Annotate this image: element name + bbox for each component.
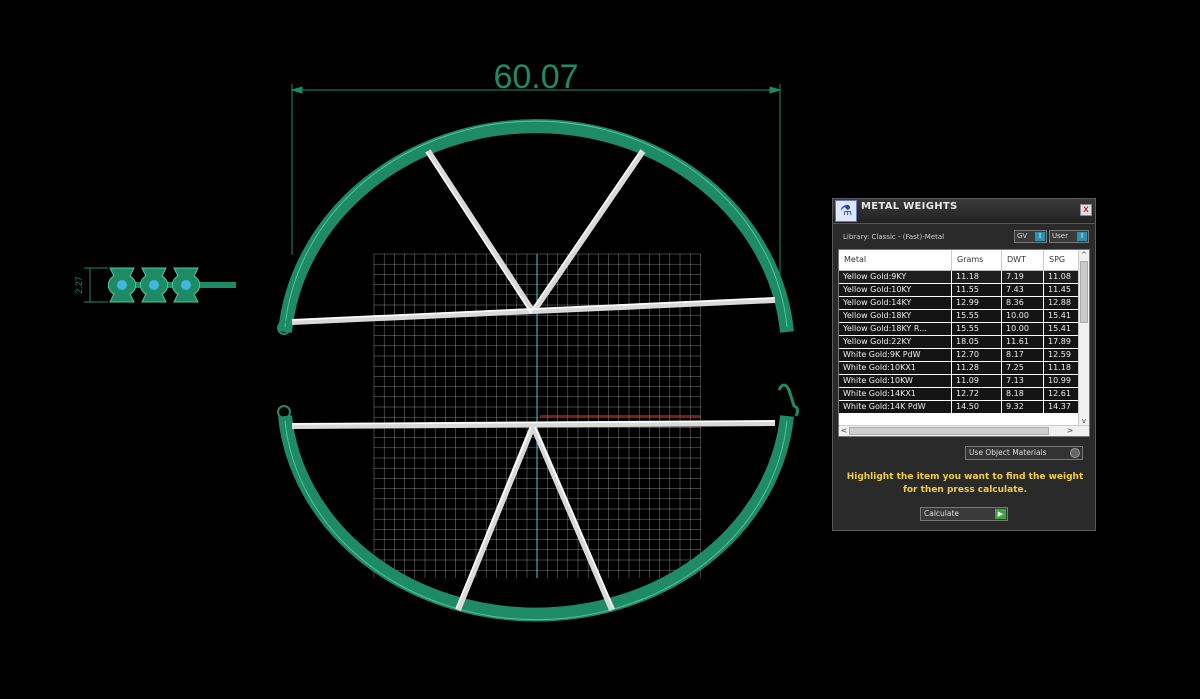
- table-row[interactable]: White Gold:10KX1 11.28 7.25 11.18: [839, 362, 1079, 375]
- cell-metal: Yellow Gold:14KY: [839, 297, 952, 309]
- table-row[interactable]: White Gold:10KW 11.09 7.13 10.99: [839, 375, 1079, 388]
- flask-icon: ⚗: [835, 200, 857, 222]
- cell-dwt: 8.17: [1002, 349, 1044, 361]
- cell-dwt: 7.25: [1002, 362, 1044, 374]
- table-row[interactable]: Yellow Gold:18KY 15.55 10.00 15.41: [839, 310, 1079, 323]
- side-profile: [84, 267, 236, 303]
- table-row[interactable]: White Gold:9K PdW 12.70 8.17 12.59: [839, 349, 1079, 362]
- cell-dwt: 8.18: [1002, 388, 1044, 400]
- cell-grams: 15.55: [952, 310, 1002, 322]
- cell-spg: 10.99: [1044, 375, 1079, 387]
- column-header-metal[interactable]: Metal: [839, 250, 952, 270]
- user-label: User: [1052, 232, 1068, 240]
- vertical-scrollbar[interactable]: ^ v: [1078, 250, 1089, 426]
- cell-spg: 12.88: [1044, 297, 1079, 309]
- clasp-hook: [777, 383, 800, 417]
- calculate-label: Calculate: [924, 509, 960, 518]
- cell-dwt: 11.61: [1002, 336, 1044, 348]
- scroll-up-icon[interactable]: ^: [1079, 250, 1089, 260]
- column-header-spg[interactable]: SPG: [1044, 250, 1079, 270]
- cell-spg: 15.41: [1044, 310, 1079, 322]
- cell-grams: 14.50: [952, 401, 1002, 413]
- vertical-scroll-thumb[interactable]: [1080, 261, 1088, 323]
- cell-dwt: 7.13: [1002, 375, 1044, 387]
- horizontal-scroll-thumb[interactable]: [849, 427, 1049, 435]
- cell-grams: 15.55: [952, 323, 1002, 335]
- cell-dwt: 10.00: [1002, 323, 1044, 335]
- cell-dwt: 7.43: [1002, 284, 1044, 296]
- table-header: Metal Grams DWT SPG: [839, 250, 1079, 271]
- use-object-materials-toggle[interactable]: Use Object Materials: [965, 446, 1083, 460]
- cell-spg: 11.18: [1044, 362, 1079, 374]
- cell-spg: 12.59: [1044, 349, 1079, 361]
- gv-toggle-knob: I: [1035, 232, 1045, 241]
- scroll-right-icon[interactable]: >: [1065, 426, 1075, 436]
- calculate-button[interactable]: Calculate ▶: [920, 507, 1008, 521]
- cell-dwt: 8.36: [1002, 297, 1044, 309]
- table-row[interactable]: Yellow Gold:10KY 11.55 7.43 11.45: [839, 284, 1079, 297]
- cell-metal: White Gold:14K PdW: [839, 401, 952, 413]
- close-button[interactable]: x: [1080, 204, 1092, 216]
- cell-grams: 11.28: [952, 362, 1002, 374]
- cell-metal: White Gold:14KX1: [839, 388, 952, 400]
- ring-bottom[interactable]: [278, 415, 794, 622]
- user-toggle[interactable]: User I: [1049, 230, 1089, 243]
- panel-titlebar[interactable]: ⚗ METAL WEIGHTS x: [833, 199, 1095, 224]
- cell-spg: 11.45: [1044, 284, 1079, 296]
- cell-grams: 12.99: [952, 297, 1002, 309]
- cell-dwt: 7.19: [1002, 271, 1044, 283]
- cell-spg: 15.41: [1044, 323, 1079, 335]
- cell-dwt: 9.32: [1002, 401, 1044, 413]
- cell-metal: Yellow Gold:18KY: [839, 310, 952, 322]
- width-dimension-label: 60.07: [493, 58, 578, 96]
- cell-metal: White Gold:9K PdW: [839, 349, 952, 361]
- cell-spg: 12.61: [1044, 388, 1079, 400]
- cell-metal: White Gold:10KX1: [839, 362, 952, 374]
- play-icon: ▶: [995, 509, 1006, 519]
- cell-metal: White Gold:10KW: [839, 375, 952, 387]
- cell-grams: 11.09: [952, 375, 1002, 387]
- cell-spg: 17.89: [1044, 336, 1079, 348]
- table-row[interactable]: Yellow Gold:18KY R... 15.55 10.00 15.41: [839, 323, 1079, 336]
- table-body: Yellow Gold:9KY 11.18 7.19 11.08 Yellow Gol…: [839, 271, 1079, 414]
- cell-grams: 18.05: [952, 336, 1002, 348]
- table-row[interactable]: Yellow Gold:9KY 11.18 7.19 11.08: [839, 271, 1079, 284]
- metal-table[interactable]: Metal Grams DWT SPG Yellow Gold:9KY 11.18…: [838, 249, 1090, 437]
- metal-weights-panel: ⚗ METAL WEIGHTS x Library: Classic - (Fa…: [832, 198, 1096, 531]
- side-dimension-label: 2.27: [74, 276, 84, 294]
- cell-dwt: 10.00: [1002, 310, 1044, 322]
- radio-icon: [1070, 448, 1080, 458]
- table-row[interactable]: Yellow Gold:22KY 18.05 11.61 17.89: [839, 336, 1079, 349]
- cell-grams: 12.70: [952, 349, 1002, 361]
- column-header-grams[interactable]: Grams: [952, 250, 1002, 270]
- cell-metal: Yellow Gold:9KY: [839, 271, 952, 283]
- panel-title: METAL WEIGHTS: [861, 201, 958, 212]
- table-row[interactable]: White Gold:14K PdW 14.50 9.32 14.37: [839, 401, 1079, 414]
- cell-spg: 14.37: [1044, 401, 1079, 413]
- scroll-left-icon[interactable]: <: [839, 426, 849, 436]
- cell-spg: 11.08: [1044, 271, 1079, 283]
- gv-toggle[interactable]: GV I: [1014, 230, 1047, 243]
- cell-grams: 11.18: [952, 271, 1002, 283]
- spoke-highlights: [291, 149, 776, 610]
- cell-metal: Yellow Gold:22KY: [839, 336, 952, 348]
- cell-metal: Yellow Gold:18KY R...: [839, 323, 952, 335]
- user-toggle-knob: I: [1077, 232, 1087, 241]
- cell-metal: Yellow Gold:10KY: [839, 284, 952, 296]
- table-row[interactable]: Yellow Gold:14KY 12.99 8.36 12.88: [839, 297, 1079, 310]
- column-header-dwt[interactable]: DWT: [1002, 250, 1044, 270]
- spokes: [291, 149, 776, 612]
- library-label: Library: Classic - (Fast)-Metal: [843, 233, 945, 241]
- gv-label: GV: [1017, 232, 1028, 240]
- cell-grams: 11.55: [952, 284, 1002, 296]
- instruction-text: Highlight the item you want to find the …: [846, 472, 1084, 495]
- table-row[interactable]: White Gold:14KX1 12.72 8.18 12.61: [839, 388, 1079, 401]
- horizontal-scrollbar[interactable]: < >: [839, 425, 1089, 436]
- use-object-materials-label: Use Object Materials: [969, 448, 1047, 457]
- cell-grams: 12.72: [952, 388, 1002, 400]
